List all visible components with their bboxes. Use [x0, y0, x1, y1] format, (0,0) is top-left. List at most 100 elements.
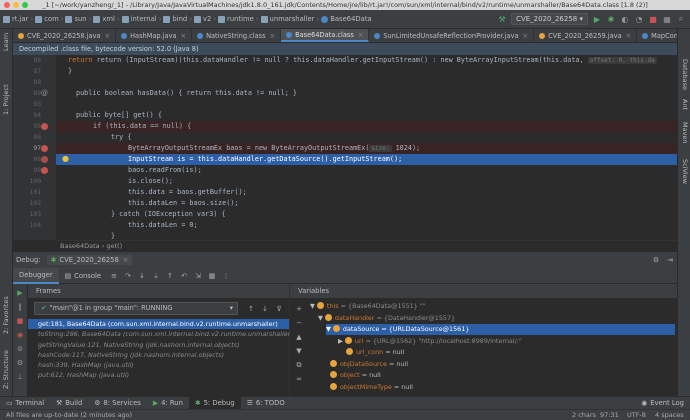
debug-icon[interactable]: ✱ [606, 14, 616, 24]
zoom-window-button[interactable] [22, 2, 28, 8]
crumb-method[interactable]: get() [106, 242, 122, 250]
event-log-tab[interactable]: ◉ Event Log [635, 397, 690, 410]
pin-icon[interactable]: ⊥ [13, 370, 27, 384]
tab-hashmap[interactable]: HashMap.java × [116, 29, 193, 42]
build-tab[interactable]: ⚒ Build [50, 397, 88, 410]
close-icon[interactable]: × [105, 32, 111, 40]
variable-row[interactable]: object = null [330, 370, 675, 381]
step-out-icon[interactable]: ↑ [163, 269, 177, 283]
variable-row-selected[interactable]: ▼ dataSource = {URLDataSource@1561} [326, 324, 675, 335]
crumb-com[interactable]: com › [35, 15, 63, 23]
variable-row[interactable]: ▼ dataHandler = {DataHandler@1557} [318, 313, 675, 324]
variable-row[interactable]: url_conn = null [346, 347, 675, 358]
file-encoding[interactable]: UTF-8 [627, 410, 646, 420]
crumb-internal[interactable]: internal › [121, 15, 161, 23]
step-over-icon[interactable]: ↷ [121, 269, 135, 283]
run-config-select[interactable]: CVE_2020_26258 ▾ [511, 13, 588, 25]
profile-icon[interactable]: ◔ [634, 14, 644, 24]
frame-row[interactable]: hash:339, HashMap (java.util) [28, 360, 289, 370]
breakpoint-icon[interactable] [41, 123, 48, 130]
copy-icon[interactable]: ⧉ [292, 358, 306, 372]
down-icon[interactable]: ↓ [258, 302, 272, 316]
search-icon[interactable]: ⌕ [676, 14, 686, 24]
up-icon[interactable]: ▲ [292, 330, 306, 344]
variable-row[interactable]: objDataSource = null [330, 359, 675, 370]
close-window-button[interactable] [4, 2, 10, 8]
crumb-v2[interactable]: v2 › [193, 15, 216, 23]
run-tab[interactable]: ▶ 4: Run [147, 397, 189, 410]
filter-icon[interactable]: ⊽ [272, 302, 286, 316]
run-icon[interactable]: ▶ [592, 14, 602, 24]
frame-row[interactable]: getStringValue:121, NativeString (jdk.na… [28, 340, 289, 350]
close-icon[interactable]: × [358, 31, 364, 39]
project-structure-icon[interactable]: ▦ [662, 14, 672, 24]
hammer-icon[interactable]: ⚒ [497, 14, 507, 24]
code-editor[interactable]: return return (InputStream)(this.dataHan… [56, 55, 677, 240]
favorites-tool-tab[interactable]: 2: Favorites [2, 296, 10, 334]
minimize-window-button[interactable] [13, 2, 19, 8]
maven-tool-tab[interactable]: Maven [681, 122, 689, 144]
layout-icon[interactable]: ≡ [107, 269, 121, 283]
down-icon[interactable]: ▼ [292, 344, 306, 358]
debugger-tab[interactable]: Debugger [13, 267, 59, 284]
breakpoint-icon[interactable] [41, 145, 48, 152]
crumb-class[interactable]: Base64Data [60, 242, 100, 250]
close-icon[interactable]: × [181, 32, 187, 40]
crumb-bind[interactable]: bind › [163, 15, 192, 23]
variable-row[interactable]: ▶ url = {URL@1562} "http://localhost:8989… [338, 336, 675, 347]
tab-nativestring[interactable]: NativeString.class × [192, 29, 282, 42]
crumb-runtime[interactable]: runtime › [218, 15, 259, 23]
todo-tab[interactable]: ☰ 6: TODO [241, 397, 291, 410]
tab-cve-2020-26258[interactable]: CVE_2020_26258.java × [13, 29, 117, 42]
crumb-sun[interactable]: sun › [65, 15, 91, 23]
breakpoint-icon[interactable] [41, 167, 48, 174]
close-icon[interactable]: × [123, 256, 129, 264]
tab-sunlimited[interactable]: SunLimitedUnsafeReflectionProvider.java × [369, 29, 535, 42]
learn-tool-tab[interactable]: Learn [2, 33, 10, 51]
tab-cve-2020-26259[interactable]: CVE_2020_26259.java × [534, 29, 638, 42]
crumb-xml[interactable]: xml › [93, 15, 120, 23]
close-icon[interactable]: × [523, 32, 529, 40]
hide-icon[interactable]: ⇥ [663, 253, 677, 267]
ant-tool-tab[interactable]: Ant [681, 99, 689, 110]
stop-icon[interactable]: ■ [648, 14, 658, 24]
pause-icon[interactable]: ‖ [13, 300, 27, 314]
tab-base64data[interactable]: Base64Data.class × [281, 29, 370, 42]
cursor-position[interactable]: 97:31 [600, 410, 619, 420]
database-tool-tab[interactable]: Database [681, 59, 689, 90]
tab-mapconverter[interactable]: MapConverter.ja [637, 29, 677, 42]
force-step-into-icon[interactable]: ⇣ [149, 269, 163, 283]
settings-icon[interactable]: ⚙ [13, 356, 27, 370]
frame-row[interactable]: get:181, Base64Data (com.sun.xml.interna… [28, 319, 289, 330]
thread-select[interactable]: ✔ "main"@1 in group "main": RUNNING ▾ [34, 302, 238, 315]
breakpoint-icon[interactable] [41, 156, 48, 163]
remove-icon[interactable]: − [292, 316, 306, 330]
services-tab[interactable]: ⚙ 8: Services [88, 397, 147, 410]
variable-row[interactable]: ▼ this = {Base64Data@1551} "" [310, 301, 675, 312]
close-icon[interactable]: × [270, 32, 276, 40]
mute-breakpoints-icon[interactable]: ⊘ [13, 342, 27, 356]
debug-tab[interactable]: ✱ 5: Debug [188, 396, 241, 410]
frame-row[interactable]: put:612, HashMap (java.util) [28, 370, 289, 380]
add-icon[interactable]: + [292, 302, 306, 316]
close-icon[interactable]: × [626, 32, 632, 40]
glasses-icon[interactable]: ∞ [292, 372, 306, 386]
indent-setting[interactable]: 4 spaces [655, 410, 684, 420]
stop-icon[interactable]: ■ [13, 314, 27, 328]
frame-row[interactable]: hashCode:117, NativeString (jdk.nashorn.… [28, 350, 289, 360]
step-into-icon[interactable]: ↓ [135, 269, 149, 283]
evaluate-icon[interactable]: ▦ [205, 269, 219, 283]
view-breakpoints-icon[interactable]: ◉ [13, 328, 27, 342]
drop-frame-icon[interactable]: ↶ [177, 269, 191, 283]
project-tool-tab[interactable]: 1: Project [2, 84, 10, 115]
terminal-tab[interactable]: ▭ Terminal [0, 397, 50, 410]
coverage-icon[interactable]: ◐ [620, 14, 630, 24]
settings-icon[interactable]: ⚙ [649, 253, 663, 267]
frame-row[interactable]: toString:286, Base64Data (com.sun.xml.in… [28, 329, 293, 339]
trace-icon[interactable]: ⋮ [219, 269, 233, 283]
sciview-tool-tab[interactable]: SciView [681, 159, 689, 184]
crumb-base64data[interactable]: Base64Data [321, 15, 372, 23]
crumb-rt-jar[interactable]: rt.jar › [3, 15, 33, 23]
lightbulb-icon[interactable]: ● [62, 155, 70, 163]
console-tab[interactable]: ▤ Console [59, 268, 107, 284]
